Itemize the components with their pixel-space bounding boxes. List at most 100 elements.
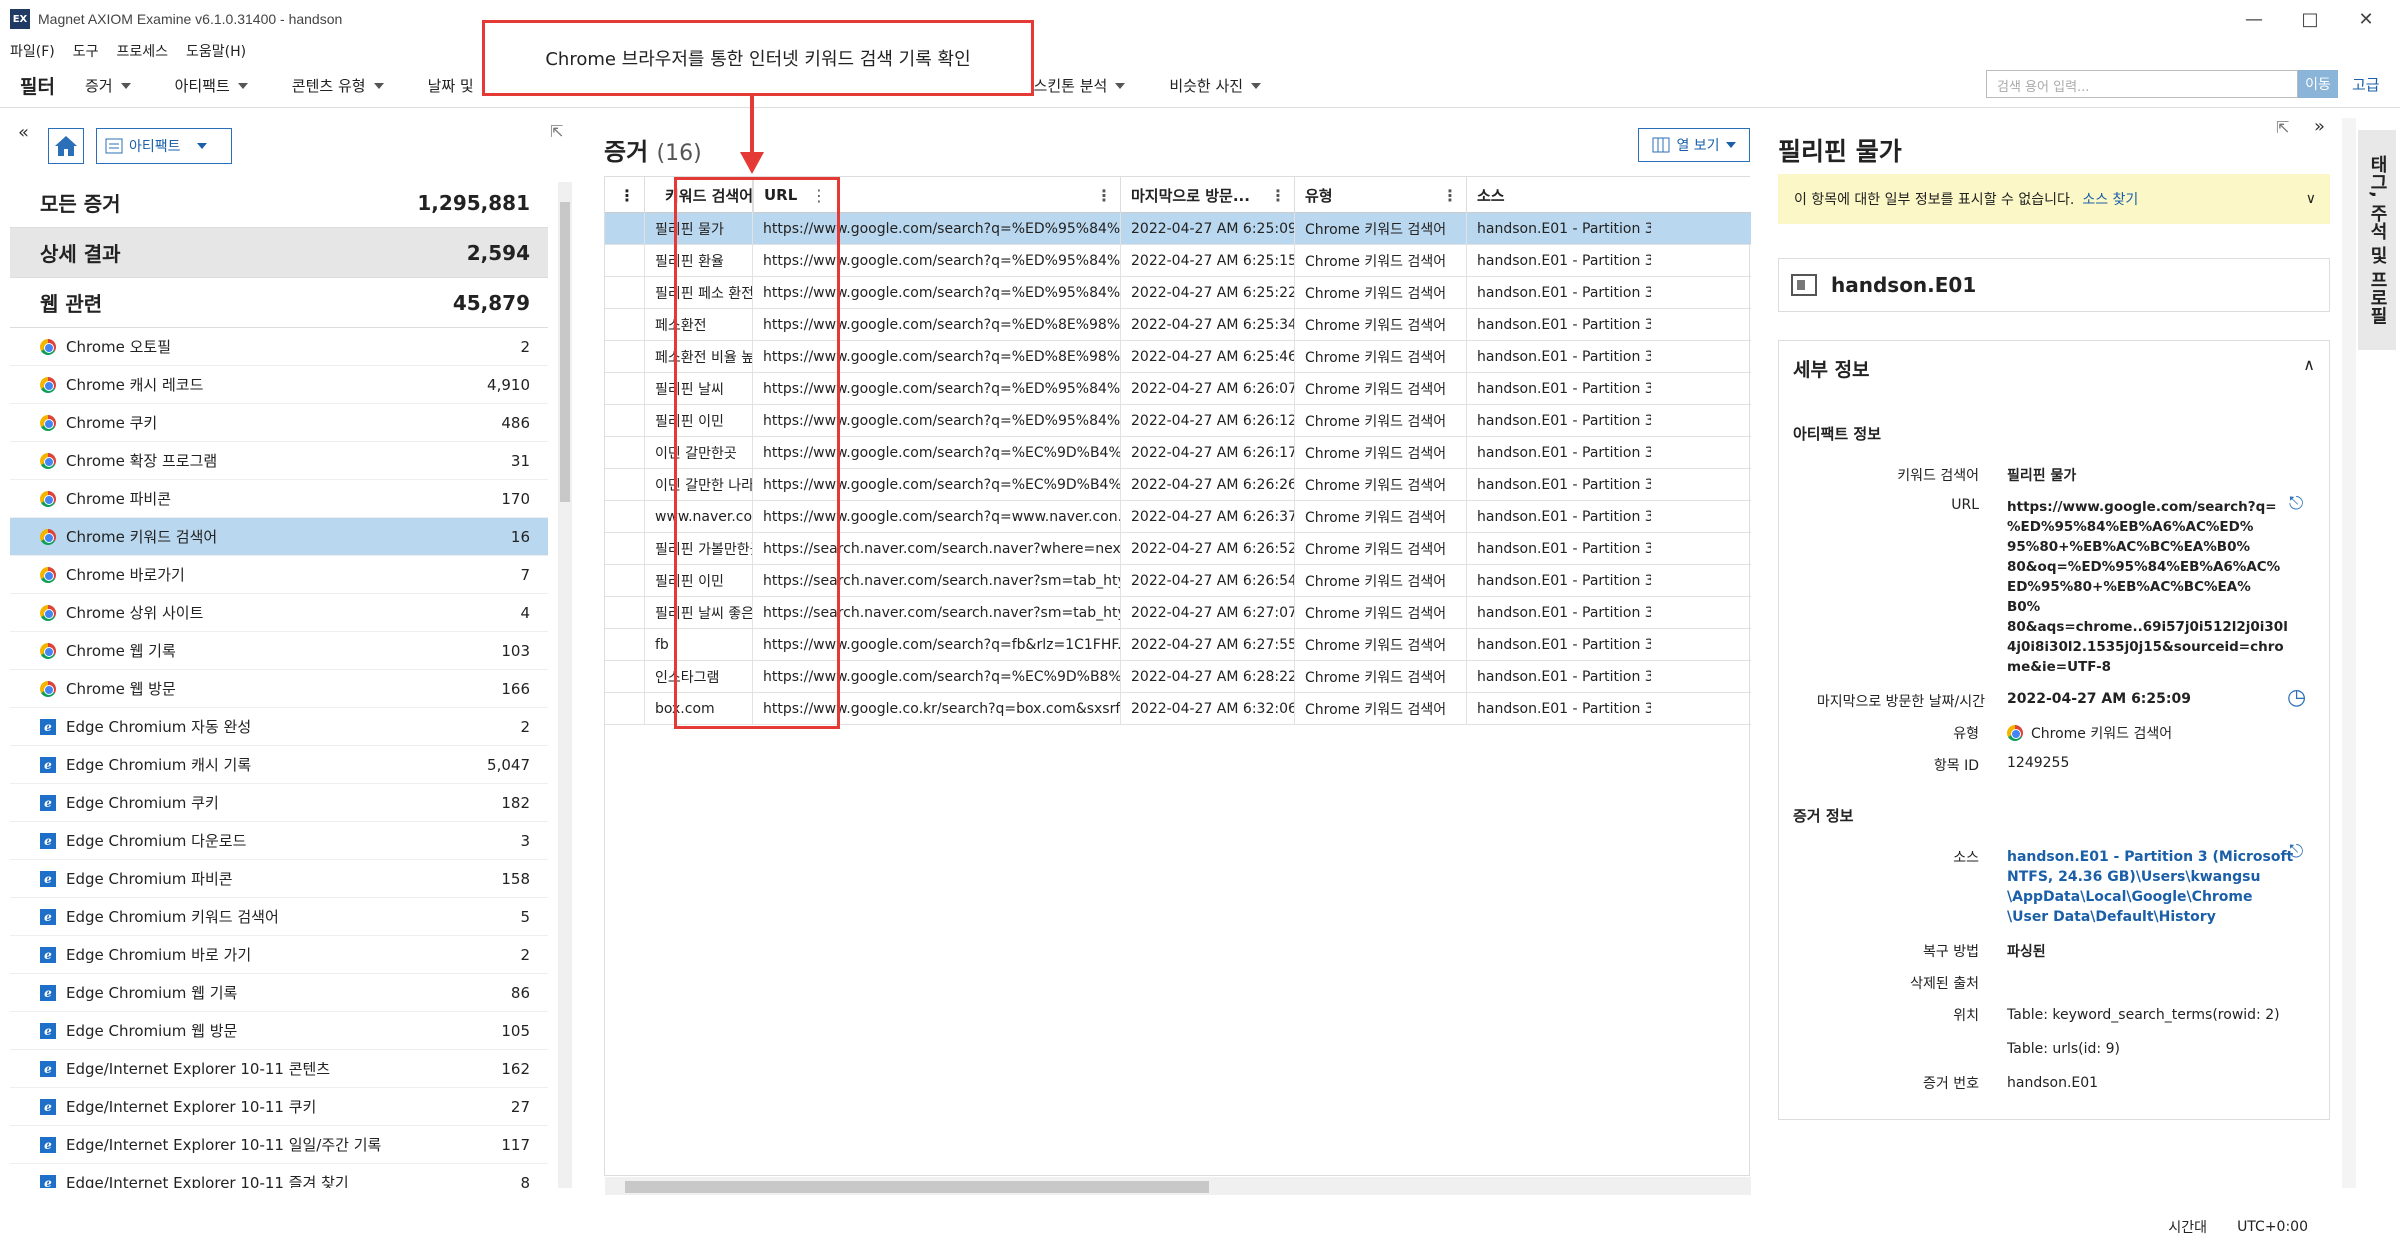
artifact-list-item[interactable]: e Edge/Internet Explorer 10-11 쿠키 27 [10,1088,548,1126]
row-selector-cell[interactable] [605,309,645,341]
artifact-list-item[interactable]: e Edge Chromium 바로 가기 2 [10,936,548,974]
advanced-search-link[interactable]: 고급 [2352,74,2380,95]
web-related-row[interactable]: 웹 관련 45,879 [10,278,548,328]
row-selector-cell[interactable] [605,565,645,597]
details-scrollbar[interactable] [2342,118,2356,1188]
kebab-icon[interactable]: ⋮ [1442,186,1458,205]
artifact-list-item[interactable]: e Edge Chromium 키워드 검색어 5 [10,898,548,936]
row-selector-cell[interactable] [605,213,645,245]
scroll-thumb[interactable] [625,1181,1209,1193]
artifact-list-item[interactable]: e Edge Chromium 다운로드 3 [10,822,548,860]
column-header-last-visited[interactable]: 마지막으로 방문... ⋮ [1121,177,1295,213]
filter-skin-tone[interactable]: 스킨톤 분석 [1034,75,1126,96]
last-visited-cell: 2022-04-27 AM 6:32:06 [1121,693,1295,725]
artifact-list-scrollbar[interactable] [558,182,572,1188]
artifact-list-item[interactable]: Chrome 오토필 2 [10,328,548,366]
menu-process[interactable]: 프로세스 [117,41,169,61]
row-selector-cell[interactable] [605,597,645,629]
pin-icon[interactable]: ⇱ [550,122,563,141]
filter-evidence-label: 증거 [84,77,113,95]
filter-evidence[interactable]: 증거 [85,75,131,96]
artifact-list-item[interactable]: Chrome 바로가기 7 [10,556,548,594]
search-input[interactable]: 검색 용어 입력... [1986,70,2298,98]
find-source-link[interactable]: 소스 찾기 [2082,189,2138,209]
artifact-list-item[interactable]: e Edge Chromium 파비콘 158 [10,860,548,898]
row-selector-cell[interactable] [605,405,645,437]
row-selector-cell[interactable] [605,469,645,501]
artifact-list-item[interactable]: e Edge/Internet Explorer 10-11 일일/주간 기록 11… [10,1126,548,1164]
artifact-list-item[interactable]: e Edge/Internet Explorer 10-11 즐겨 찾기 8 [10,1164,548,1188]
row-selector-cell[interactable] [605,533,645,565]
filter-artifact[interactable]: 아티팩트 [175,75,248,96]
search-go-button[interactable]: 이동 [2298,70,2338,98]
column-header-source[interactable]: 소스 [1467,177,1651,213]
menu-tools[interactable]: 도구 [73,41,99,61]
chevron-down-icon[interactable]: ∨ [2306,191,2316,207]
artifact-item-count: 3 [520,831,530,850]
artifact-list-item[interactable]: e Edge Chromium 자동 완성 2 [10,708,548,746]
artifact-item-label-group: Chrome 캐시 레코드 [40,374,203,395]
artifact-item-label-group: e Edge/Internet Explorer 10-11 즐겨 찾기 [40,1172,349,1188]
expand-icon[interactable]: » [2314,116,2325,137]
filter-date[interactable]: 날짜 및 [428,75,474,96]
timezone-value[interactable]: UTC+0:00 [2237,1219,2308,1235]
menu-help[interactable]: 도움말(H) [186,41,246,61]
scroll-thumb[interactable] [560,202,570,502]
hierarchy-icon[interactable]: ⎋ [2289,841,2303,862]
table-hscrollbar[interactable] [605,1177,1751,1195]
chevron-down-icon [120,82,131,89]
artifact-list-item[interactable]: Chrome 파비콘 170 [10,480,548,518]
artifact-list: 모든 증거 1,295,881 상세 결과 2,594 웹 관련 45,879 Chr… [10,178,548,1188]
row-selector-cell[interactable] [605,693,645,725]
source-link[interactable]: handson.E01 - Partition 3 (Microsoft NTFS… [2007,847,2293,927]
row-selector-cell[interactable] [605,629,645,661]
row-selector-cell[interactable] [605,373,645,405]
filter-content-type[interactable]: 콘텐츠 유형 [292,75,384,96]
artifact-list-item[interactable]: Chrome 상위 사이트 4 [10,594,548,632]
column-header-type[interactable]: 유형 ⋮ [1295,177,1467,213]
close-button[interactable]: ✕ [2334,0,2398,38]
artifact-list-item[interactable]: e Edge Chromium 쿠키 182 [10,784,548,822]
kebab-icon[interactable]: ⋮ [1270,186,1286,205]
artifact-list-item[interactable]: Chrome 웹 기록 103 [10,632,548,670]
row-selector-cell[interactable] [605,277,645,309]
summary-label: 웹 관련 [40,292,103,316]
clock-icon[interactable]: ◷ [2287,685,2306,710]
artifact-item-label: Chrome 키워드 검색어 [66,528,218,546]
filter-similar-photos[interactable]: 비슷한 사진 [1169,75,1262,96]
artifact-item-label-group: e Edge Chromium 파비콘 [40,868,233,889]
artifact-list-item[interactable]: e Edge Chromium 웹 방문 105 [10,1012,548,1050]
collapse-icon[interactable]: « [18,122,29,143]
artifact-item-label: Edge/Internet Explorer 10-11 즐겨 찾기 [66,1174,349,1188]
maximize-button[interactable]: □ [2278,0,2342,38]
menu-file[interactable]: 파일(F) [10,41,55,61]
pin-icon[interactable]: ⇱ [2276,118,2289,137]
artifact-list-item[interactable]: Chrome 캐시 레코드 4,910 [10,366,548,404]
artifact-list-item[interactable]: Chrome 키워드 검색어 16 [10,518,548,556]
artifact-list-item[interactable]: e Edge/Internet Explorer 10-11 콘텐츠 162 [10,1050,548,1088]
row-selector-cell[interactable] [605,341,645,373]
banner-text: 이 항목에 대한 일부 정보를 표시할 수 없습니다. [1794,192,2075,208]
row-menu-header[interactable]: ⋮ [605,177,645,213]
row-selector-cell[interactable] [605,245,645,277]
artifact-list-item[interactable]: e Edge Chromium 캐시 기록 5,047 [10,746,548,784]
all-evidence-row[interactable]: 모든 증거 1,295,881 [10,178,548,228]
artifact-list-item[interactable]: Chrome 확장 프로그램 31 [10,442,548,480]
annotation-callout: Chrome 브라우저를 통한 인터넷 키워드 검색 기록 확인 [482,20,1034,96]
row-selector-cell[interactable] [605,437,645,469]
artifact-list-item[interactable]: Chrome 웹 방문 166 [10,670,548,708]
evidence-card[interactable]: handson.E01 [1778,258,2330,312]
home-button[interactable] [48,128,84,164]
artifact-view-dropdown[interactable]: 아티팩트 [96,128,232,164]
chevron-up-icon[interactable]: ∧ [2303,355,2315,374]
row-selector-cell[interactable] [605,661,645,693]
column-view-button[interactable]: 열 보기 [1638,128,1750,162]
kebab-icon[interactable]: ⋮ [1096,186,1112,205]
minimize-button[interactable]: — [2222,0,2286,38]
tags-comments-profiles-tab[interactable]: 태그, 주석 및 프로필 [2358,130,2396,350]
row-selector-cell[interactable] [605,501,645,533]
hierarchy-icon[interactable]: ⎋ [2289,493,2303,514]
artifact-list-item[interactable]: e Edge Chromium 웹 기록 86 [10,974,548,1012]
detailed-results-row[interactable]: 상세 결과 2,594 [10,228,548,278]
artifact-list-item[interactable]: Chrome 쿠키 486 [10,404,548,442]
